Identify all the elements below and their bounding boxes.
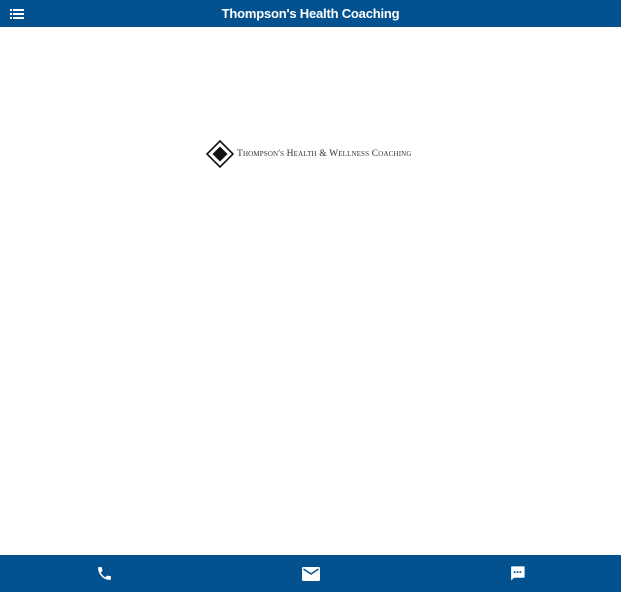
menu-list-icon xyxy=(10,8,24,19)
brand-logo: Thompson's Health & Wellness Coaching xyxy=(206,140,412,168)
bottom-action-bar xyxy=(0,555,621,592)
call-button[interactable] xyxy=(84,555,124,592)
top-app-bar: Thompson's Health Coaching xyxy=(0,0,621,27)
chat-icon xyxy=(510,566,525,581)
menu-button[interactable] xyxy=(5,3,29,24)
logo-text: Thompson's Health & Wellness Coaching xyxy=(237,149,412,159)
message-button[interactable] xyxy=(497,555,537,592)
email-button[interactable] xyxy=(291,555,331,592)
page-title: Thompson's Health Coaching xyxy=(221,6,400,21)
diamond-logo-icon xyxy=(206,140,234,168)
phone-icon xyxy=(97,567,111,580)
mail-icon xyxy=(302,566,320,581)
